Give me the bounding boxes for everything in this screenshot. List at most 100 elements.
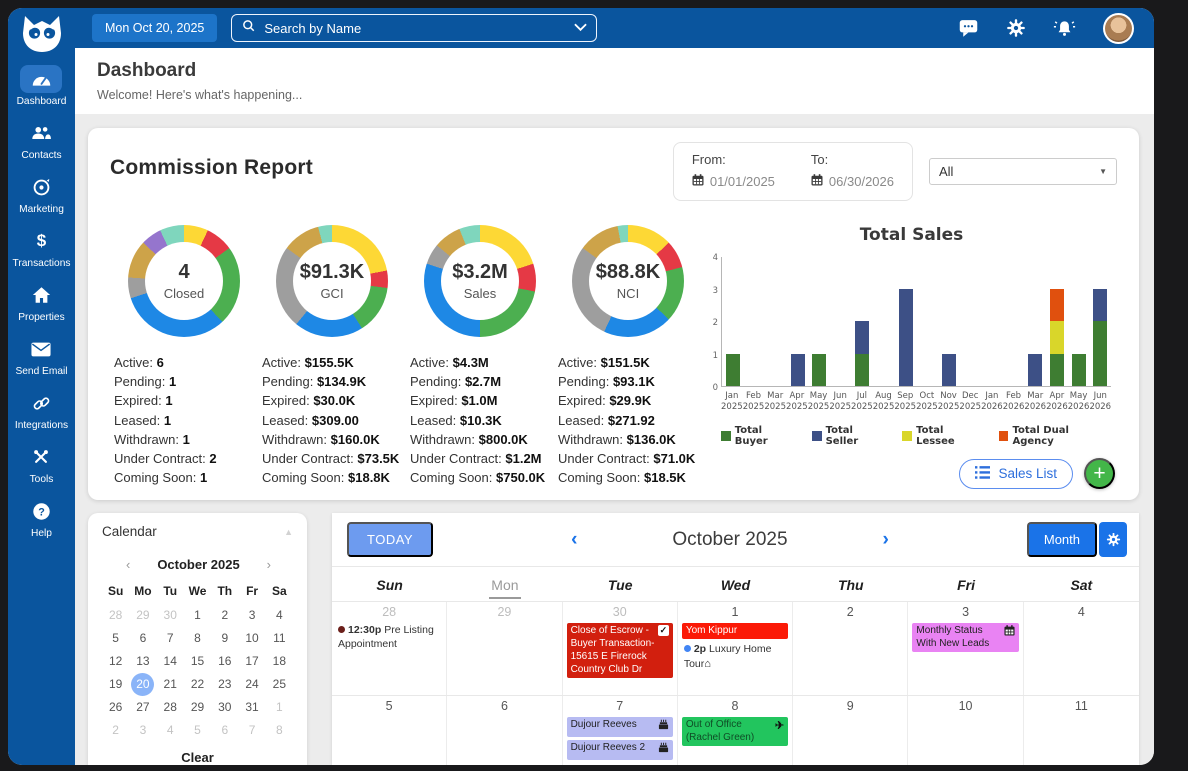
mini-day[interactable]: 15 — [184, 650, 211, 672]
mini-day[interactable]: 12 — [102, 650, 129, 672]
mini-day[interactable]: 10 — [238, 627, 265, 649]
sales-list-button[interactable]: Sales List — [959, 459, 1073, 489]
mini-day[interactable]: 2 — [102, 719, 129, 741]
view-month-button[interactable]: Month — [1027, 522, 1097, 557]
mini-day-selected[interactable]: 20 — [129, 673, 156, 695]
mini-day[interactable]: 27 — [129, 696, 156, 718]
calendar-settings-gear-icon[interactable] — [1099, 522, 1127, 557]
add-sale-button[interactable]: + — [1084, 458, 1115, 489]
today-button[interactable]: TODAY — [347, 522, 433, 557]
mini-day[interactable]: 3 — [238, 604, 265, 626]
event-yom-kippur[interactable]: Yom Kippur — [682, 623, 788, 639]
bar-segment-total-seller — [899, 289, 913, 387]
day-cell-30[interactable]: 30✓Close of Escrow - Buyer Transaction-1… — [563, 602, 678, 695]
from-date-input[interactable]: 01/01/2025 — [692, 174, 775, 189]
mini-day[interactable]: 29 — [129, 604, 156, 626]
mini-day[interactable]: 29 — [184, 696, 211, 718]
day-cell-5[interactable]: 5 — [332, 696, 447, 765]
sidebar-item-properties[interactable]: Properties — [13, 281, 71, 323]
mini-day[interactable]: 16 — [211, 650, 238, 672]
mini-day[interactable]: 4 — [266, 604, 293, 626]
envelope-icon — [20, 335, 62, 363]
mini-day[interactable]: 19 — [102, 673, 129, 695]
mini-day[interactable]: 9 — [211, 627, 238, 649]
event-out-of-office-(rache[interactable]: ✈Out of Office (Rachel Green) — [682, 717, 788, 746]
day-cell-29[interactable]: 29 — [447, 602, 562, 695]
day-cell-6[interactable]: 6 — [447, 696, 562, 765]
day-cell-28[interactable]: 2812:30p Pre Listing Appointment — [332, 602, 447, 695]
day-cell-2[interactable]: 2 — [793, 602, 908, 695]
mini-day[interactable]: 17 — [238, 650, 265, 672]
mini-day[interactable]: 31 — [238, 696, 265, 718]
mini-day[interactable]: 2 — [211, 604, 238, 626]
day-cell-4[interactable]: 4 — [1024, 602, 1139, 695]
mini-day[interactable]: 18 — [266, 650, 293, 672]
mini-day[interactable]: 8 — [184, 627, 211, 649]
collapse-triangle-icon[interactable]: ▲ — [284, 527, 293, 537]
mini-day[interactable]: 21 — [157, 673, 184, 695]
sidebar-item-transactions[interactable]: $Transactions — [13, 227, 71, 269]
prev-month-button[interactable]: ‹ — [571, 529, 577, 551]
sidebar-item-integrations[interactable]: Integrations — [13, 389, 71, 431]
mini-day[interactable]: 6 — [211, 719, 238, 741]
search-input[interactable]: Search by Name — [231, 14, 597, 42]
next-month-button[interactable]: › — [883, 529, 889, 551]
type-filter-select[interactable]: All ▼ — [929, 158, 1117, 185]
clear-button[interactable]: Clear — [102, 750, 293, 765]
x-tick-label: May2026 — [1068, 391, 1090, 413]
mini-next-month-button[interactable]: › — [267, 557, 271, 572]
mini-day[interactable]: 1 — [266, 696, 293, 718]
mini-day[interactable]: 7 — [157, 627, 184, 649]
donut-ring: 4Closed — [128, 225, 240, 337]
sidebar-item-contacts[interactable]: Contacts — [13, 119, 71, 161]
mini-day[interactable]: 26 — [102, 696, 129, 718]
mini-day[interactable]: 5 — [102, 627, 129, 649]
mini-day[interactable]: 30 — [211, 696, 238, 718]
mini-day[interactable]: 7 — [238, 719, 265, 741]
chart-legend: Total BuyerTotal SellerTotal LesseeTotal… — [721, 425, 1111, 447]
event-close-of-escrow---bu[interactable]: ✓Close of Escrow - Buyer Transaction-156… — [567, 623, 673, 678]
day-cell-3[interactable]: 3Monthly Status With New Leads — [908, 602, 1023, 695]
mini-day[interactable]: 22 — [184, 673, 211, 695]
day-cell-9[interactable]: 9 — [793, 696, 908, 765]
day-cell-8[interactable]: 8✈Out of Office (Rachel Green) — [678, 696, 793, 765]
sidebar-item-marketing[interactable]: Marketing — [13, 173, 71, 215]
mini-day[interactable]: 23 — [211, 673, 238, 695]
mini-prev-month-button[interactable]: ‹ — [126, 557, 130, 572]
mini-day[interactable]: 13 — [129, 650, 156, 672]
day-cell-11[interactable]: 11 — [1024, 696, 1139, 765]
day-cell-1[interactable]: 1Yom Kippur2p Luxury Home Tour⌂ — [678, 602, 793, 695]
avatar[interactable] — [1103, 13, 1134, 44]
sidebar-item-send-email[interactable]: Send Email — [13, 335, 71, 377]
mini-day[interactable]: 5 — [184, 719, 211, 741]
mini-day[interactable]: 28 — [102, 604, 129, 626]
to-date-input[interactable]: 06/30/2026 — [811, 174, 894, 189]
event-dujour-reeves[interactable]: Dujour Reeves — [567, 717, 673, 737]
chevron-down-icon[interactable] — [574, 19, 587, 37]
mini-day[interactable]: 25 — [266, 673, 293, 695]
day-cell-10[interactable]: 10 — [908, 696, 1023, 765]
mini-day[interactable]: 6 — [129, 627, 156, 649]
sidebar-item-help[interactable]: ?Help — [13, 497, 71, 539]
mini-day[interactable]: 30 — [157, 604, 184, 626]
bar-slot — [787, 257, 809, 386]
mini-day[interactable]: 28 — [157, 696, 184, 718]
mini-day[interactable]: 4 — [157, 719, 184, 741]
mini-day[interactable]: 24 — [238, 673, 265, 695]
bell-icon[interactable] — [1053, 18, 1076, 39]
chat-icon[interactable] — [958, 18, 979, 38]
mini-day[interactable]: 11 — [266, 627, 293, 649]
mini-day[interactable]: 1 — [184, 604, 211, 626]
mini-day[interactable]: 3 — [129, 719, 156, 741]
sidebar-item-dashboard[interactable]: Dashboard — [13, 65, 71, 107]
mini-day[interactable]: 8 — [266, 719, 293, 741]
event-luxury-home-tour[interactable]: 2p Luxury Home Tour⌂ — [682, 642, 788, 672]
day-cell-7[interactable]: 7Dujour ReevesDujour Reeves 2 — [563, 696, 678, 765]
event-monthly-status-with-[interactable]: Monthly Status With New Leads — [912, 623, 1018, 652]
gear-icon[interactable] — [1006, 18, 1026, 38]
mini-day[interactable]: 14 — [157, 650, 184, 672]
event-dujour-reeves-2[interactable]: Dujour Reeves 2 — [567, 740, 673, 760]
current-date-button[interactable]: Mon Oct 20, 2025 — [92, 14, 217, 42]
sidebar-item-tools[interactable]: Tools — [13, 443, 71, 485]
event-pre-listing-appointm[interactable]: 12:30p Pre Listing Appointment — [336, 623, 442, 652]
